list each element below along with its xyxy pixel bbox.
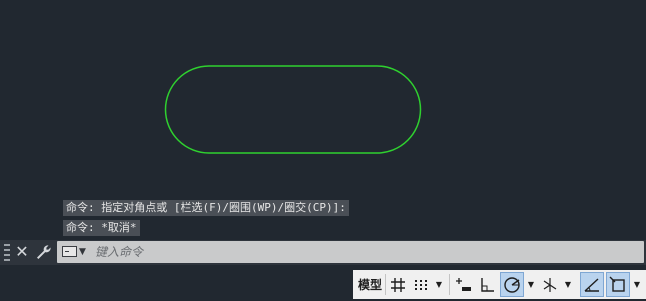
object-snap-tracking-button[interactable] bbox=[580, 272, 604, 297]
infer-constraints-button[interactable] bbox=[452, 272, 474, 297]
chevron-down-icon: ▼ bbox=[564, 280, 572, 289]
drawing-viewport[interactable]: 命令: 指定对角点或 [栏选(F)/圈围(WP)/圈交(CP)]: 命令: *取… bbox=[0, 0, 646, 240]
command-line-bar: ✕ ▼ bbox=[0, 240, 646, 265]
chevron-down-icon: ▼ bbox=[435, 280, 443, 289]
model-space-button[interactable]: 模型 bbox=[356, 272, 384, 297]
isodraft-dropdown[interactable]: ▼ bbox=[562, 272, 574, 297]
chevron-down-icon: ▼ bbox=[527, 280, 535, 289]
status-bar: 模型 ▼ ▼ ▼ ▼ bbox=[0, 268, 646, 301]
command-history-line: 命令: 指定对角点或 [栏选(F)/圈围(WP)/圈交(CP)]: bbox=[63, 200, 349, 216]
polar-tracking-icon bbox=[504, 276, 520, 293]
isodraft-icon bbox=[543, 277, 557, 292]
slot-shape[interactable] bbox=[164, 65, 422, 154]
object-snap-button[interactable] bbox=[606, 272, 630, 297]
snap-icon bbox=[415, 279, 427, 290]
object-snap-dropdown[interactable]: ▼ bbox=[631, 272, 643, 297]
object-snap-tracking-icon bbox=[584, 277, 599, 292]
grid-button[interactable] bbox=[388, 272, 408, 297]
infer-constraints-icon bbox=[456, 277, 471, 291]
polar-tracking-button[interactable] bbox=[500, 272, 524, 297]
model-space-label: 模型 bbox=[357, 278, 382, 292]
object-snap-icon bbox=[609, 276, 625, 292]
chevron-down-icon: ▼ bbox=[633, 280, 641, 289]
status-toggles: 模型 ▼ ▼ ▼ ▼ bbox=[353, 270, 646, 299]
command-input[interactable] bbox=[91, 242, 639, 262]
drag-handle[interactable] bbox=[4, 244, 10, 261]
divider bbox=[385, 274, 386, 295]
command-input-container[interactable]: ▼ bbox=[57, 241, 644, 263]
command-history-line: 命令: *取消* bbox=[63, 220, 140, 236]
chevron-down-icon[interactable]: ▼ bbox=[79, 244, 86, 260]
wrench-icon[interactable] bbox=[35, 244, 52, 261]
close-icon[interactable]: ✕ bbox=[14, 243, 30, 261]
isodraft-button[interactable] bbox=[539, 272, 561, 297]
ortho-button[interactable] bbox=[476, 272, 498, 297]
ortho-icon bbox=[481, 277, 494, 292]
polar-dropdown[interactable]: ▼ bbox=[525, 272, 537, 297]
divider bbox=[449, 274, 450, 295]
snap-dropdown[interactable]: ▼ bbox=[433, 272, 445, 297]
snap-button[interactable] bbox=[410, 272, 432, 297]
terminal-icon[interactable] bbox=[62, 246, 77, 257]
grid-icon bbox=[391, 277, 405, 292]
